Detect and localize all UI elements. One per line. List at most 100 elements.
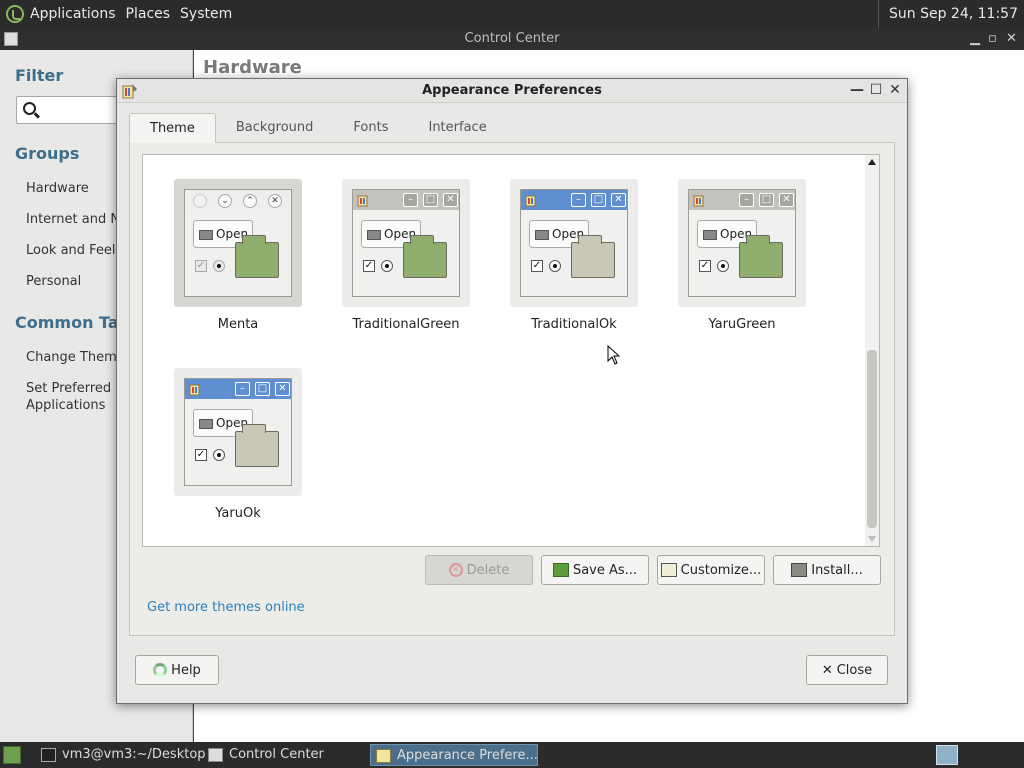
- preview-maximize-icon: □: [591, 193, 606, 207]
- preview-radio-icon: [213, 449, 225, 461]
- help-icon: [153, 663, 168, 677]
- minimize-icon[interactable]: ▁: [970, 28, 980, 50]
- theme-preview: – □ ✕ Open ✓: [184, 378, 292, 486]
- tab-background[interactable]: Background: [216, 113, 334, 143]
- folder-icon: [535, 230, 549, 240]
- bottom-taskbar: vm3@vm3:~/Desktop Control Center Appeara…: [0, 742, 1024, 768]
- theme-menta[interactable]: ⌄ ⌃ ✕ Open ✓ Menta: [174, 179, 302, 332]
- preview-titlebar: – □ ✕: [521, 190, 627, 210]
- close-icon[interactable]: ✕: [1006, 28, 1017, 50]
- preview-checkbox-icon: ✓: [195, 260, 207, 272]
- theme-list-scrollbar[interactable]: [865, 155, 879, 546]
- mate-logo-icon[interactable]: [6, 5, 24, 23]
- applications-menu[interactable]: Applications: [30, 6, 116, 22]
- tab-interface[interactable]: Interface: [408, 113, 506, 143]
- theme-thumbnail: – □ ✕ Open ✓: [678, 179, 806, 307]
- preview-close-icon: ✕: [268, 194, 282, 208]
- scroll-up-icon[interactable]: [868, 159, 876, 165]
- places-menu[interactable]: Places: [126, 6, 171, 22]
- group-personal[interactable]: Personal: [26, 274, 81, 289]
- preview-checkbox-icon: ✓: [531, 260, 543, 272]
- theme-traditionalok[interactable]: – □ ✕ Open ✓ TraditionalOk: [510, 179, 638, 332]
- preview-folder-icon: [235, 235, 279, 278]
- preview-minimize-icon: –: [739, 193, 754, 207]
- preview-close-icon: ✕: [275, 382, 290, 396]
- preview-minimize-icon: –: [403, 193, 418, 207]
- theme-thumbnail: – □ ✕ Open ✓: [510, 179, 638, 307]
- customize-icon: [660, 563, 677, 577]
- section-heading: Hardware: [203, 57, 302, 78]
- save-as-button[interactable]: Save As...: [541, 555, 649, 585]
- folder-icon: [367, 230, 381, 240]
- task-set-preferred-line2[interactable]: Applications: [26, 398, 105, 413]
- help-button[interactable]: Help: [135, 655, 219, 685]
- mouse-pointer-icon: [607, 345, 621, 365]
- install-button[interactable]: Install...: [773, 555, 881, 585]
- top-panel: Applications Places System Sun Sep 24, 1…: [0, 0, 1024, 28]
- workspace-switcher[interactable]: [936, 745, 958, 765]
- delete-icon: ✕: [448, 563, 463, 577]
- theme-traditionalgreen[interactable]: – □ ✕ Open ✓ TraditionalGreen: [342, 179, 470, 332]
- preview-maximize-icon: □: [255, 382, 270, 396]
- preview-menu-icon: [193, 194, 207, 208]
- search-icon: [23, 102, 36, 115]
- terminal-icon: [41, 748, 56, 762]
- close-button[interactable]: ✕ Close: [806, 655, 888, 685]
- folder-icon: [703, 230, 717, 240]
- clock[interactable]: Sun Sep 24, 11:57: [878, 0, 1018, 28]
- group-internet[interactable]: Internet and Ne: [26, 212, 128, 227]
- tab-bar: Theme Background Fonts Interface: [129, 113, 507, 143]
- close-icon[interactable]: ✕: [887, 82, 903, 98]
- delete-button[interactable]: ✕ Delete: [425, 555, 533, 585]
- maximize-icon[interactable]: ☐: [868, 82, 884, 98]
- preview-app-icon: [189, 384, 200, 396]
- preview-titlebar: ⌄ ⌃ ✕: [185, 190, 291, 210]
- preview-folder-icon: [403, 235, 447, 278]
- get-more-themes-link[interactable]: Get more themes online: [147, 600, 305, 615]
- control-center-titlebar[interactable]: Control Center ▁ ▫ ✕: [0, 28, 1024, 50]
- dialog-titlebar[interactable]: Appearance Preferences — ☐ ✕: [117, 79, 907, 103]
- save-icon: [552, 563, 569, 577]
- theme-list[interactable]: ⌄ ⌃ ✕ Open ✓ Menta – □ ✕ Open ✓ Traditio…: [142, 154, 880, 547]
- tab-fonts[interactable]: Fonts: [333, 113, 408, 143]
- preview-radio-icon: [381, 260, 393, 272]
- theme-thumbnail: – □ ✕ Open ✓: [342, 179, 470, 307]
- customize-button[interactable]: Customize...: [657, 555, 765, 585]
- theme-thumbnail: – □ ✕ Open ✓: [174, 368, 302, 496]
- maximize-icon[interactable]: ▫: [988, 28, 997, 50]
- theme-name: TraditionalGreen: [352, 317, 460, 332]
- group-look-and-feel[interactable]: Look and Feel: [26, 243, 116, 258]
- taskbar-item-terminal[interactable]: vm3@vm3:~/Desktop: [36, 744, 206, 766]
- preview-titlebar: – □ ✕: [185, 379, 291, 399]
- preview-close-icon: ✕: [779, 193, 794, 207]
- taskbar-item-appearance[interactable]: Appearance Prefere...: [370, 744, 538, 766]
- minimize-icon[interactable]: —: [849, 82, 865, 98]
- scrollbar-thumb[interactable]: [867, 350, 877, 528]
- theme-preview: ⌄ ⌃ ✕ Open ✓: [184, 189, 292, 297]
- install-icon: [791, 563, 808, 577]
- preview-checkbox-icon: ✓: [195, 449, 207, 461]
- scroll-down-icon[interactable]: [868, 536, 876, 542]
- preview-app-icon: [525, 195, 536, 207]
- theme-yaruok[interactable]: – □ ✕ Open ✓ YaruOk: [174, 368, 302, 521]
- control-center-title: Control Center: [464, 31, 560, 46]
- folder-icon: [199, 230, 213, 240]
- task-set-preferred[interactable]: Set Preferred: [26, 381, 111, 396]
- theme-yarugreen[interactable]: – □ ✕ Open ✓ YaruGreen: [678, 179, 806, 332]
- group-hardware[interactable]: Hardware: [26, 181, 89, 196]
- taskbar-item-control-center[interactable]: Control Center: [203, 744, 365, 766]
- close-icon: ✕: [821, 662, 833, 678]
- preview-titlebar: – □ ✕: [689, 190, 795, 210]
- tab-theme[interactable]: Theme: [129, 113, 216, 143]
- control-center-icon: [208, 748, 223, 762]
- theme-preview: – □ ✕ Open ✓: [688, 189, 796, 297]
- theme-name: TraditionalOk: [531, 317, 617, 332]
- theme-name: YaruGreen: [708, 317, 776, 332]
- control-center-app-icon: [4, 32, 18, 46]
- task-change-theme[interactable]: Change Theme: [26, 350, 125, 365]
- theme-name: Menta: [217, 317, 259, 332]
- folder-icon: [199, 419, 213, 429]
- show-desktop-icon[interactable]: [3, 746, 21, 764]
- system-menu[interactable]: System: [180, 6, 232, 22]
- preview-checkbox-icon: ✓: [363, 260, 375, 272]
